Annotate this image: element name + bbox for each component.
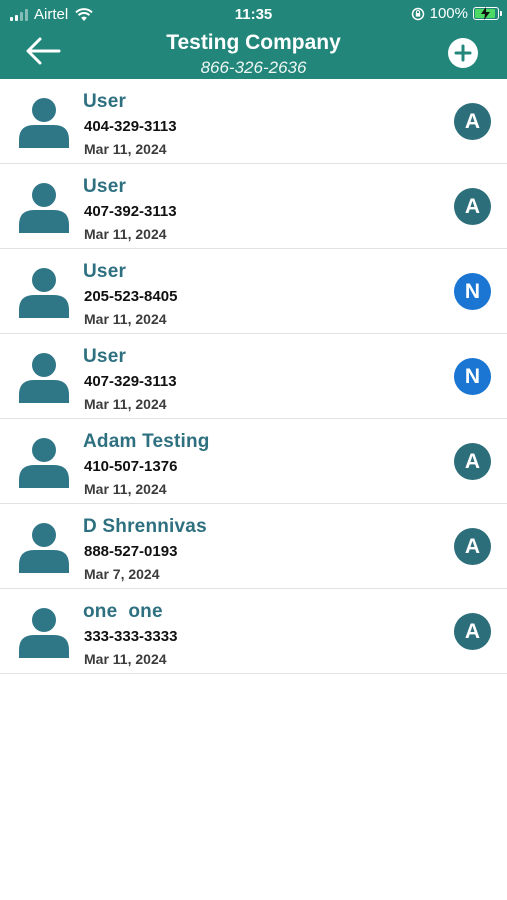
battery-percent: 100% <box>429 5 468 22</box>
status-badge: A <box>454 443 491 480</box>
contact-date: Mar 7, 2024 <box>84 566 160 582</box>
avatar-icon <box>18 351 70 403</box>
contact-name: User <box>83 91 127 112</box>
contact-date: Mar 11, 2024 <box>84 396 167 412</box>
avatar-icon <box>18 436 70 488</box>
contact-row[interactable]: one one 333-333-3333 Mar 11, 2024 A <box>0 589 507 674</box>
contact-row[interactable]: User 407-392-3113 Mar 11, 2024 A <box>0 164 507 249</box>
contact-date: Mar 11, 2024 <box>84 141 167 157</box>
contact-phone: 410-507-1376 <box>84 458 178 475</box>
contact-date: Mar 11, 2024 <box>84 481 167 497</box>
contact-name: User <box>83 176 127 197</box>
contact-phone: 205-523-8405 <box>84 288 178 305</box>
battery-icon <box>473 7 502 20</box>
contact-name: User <box>83 346 127 367</box>
contact-date: Mar 11, 2024 <box>84 311 167 327</box>
contact-date: Mar 11, 2024 <box>84 651 167 667</box>
contact-name: Adam Testing <box>83 431 210 452</box>
contact-phone: 333-333-3333 <box>84 628 178 645</box>
status-badge: N <box>454 358 491 395</box>
status-right: 100% <box>411 5 502 22</box>
contact-row[interactable]: D Shrennivas 888-527-0193 Mar 7, 2024 A <box>0 504 507 589</box>
avatar-icon <box>18 521 70 573</box>
status-bar: Airtel 11:35 100% <box>0 0 507 28</box>
avatar-icon <box>18 96 70 148</box>
page-title: Testing Company <box>166 31 341 54</box>
rotation-lock-icon <box>411 7 424 20</box>
company-phone: 866-326-2636 <box>200 58 307 77</box>
status-badge: N <box>454 273 491 310</box>
contact-name: one one <box>83 601 163 622</box>
app-header: Airtel 11:35 100% Testing Company 866-32… <box>0 0 507 79</box>
status-badge: A <box>454 613 491 650</box>
contact-phone: 888-527-0193 <box>84 543 178 560</box>
add-contact-button[interactable] <box>448 38 478 68</box>
plus-icon <box>454 44 472 62</box>
status-badge: A <box>454 103 491 140</box>
contact-name: D Shrennivas <box>83 516 207 537</box>
avatar-icon <box>18 181 70 233</box>
contact-row[interactable]: User 205-523-8405 Mar 11, 2024 N <box>0 249 507 334</box>
contact-row[interactable]: Adam Testing 410-507-1376 Mar 11, 2024 A <box>0 419 507 504</box>
avatar-icon <box>18 266 70 318</box>
contact-list: User 404-329-3113 Mar 11, 2024 A User 407-392… <box>0 79 507 674</box>
contact-phone: 407-329-3113 <box>84 373 177 390</box>
contact-phone: 407-392-3113 <box>84 203 177 220</box>
contact-row[interactable]: User 407-329-3113 Mar 11, 2024 N <box>0 334 507 419</box>
contact-name: User <box>83 261 127 282</box>
contact-date: Mar 11, 2024 <box>84 226 167 242</box>
status-badge: A <box>454 188 491 225</box>
contact-row[interactable]: User 404-329-3113 Mar 11, 2024 A <box>0 79 507 164</box>
status-badge: A <box>454 528 491 565</box>
header-title-block: Testing Company 866-326-2636 <box>0 31 507 78</box>
contact-phone: 404-329-3113 <box>84 118 177 135</box>
avatar-icon <box>18 606 70 658</box>
